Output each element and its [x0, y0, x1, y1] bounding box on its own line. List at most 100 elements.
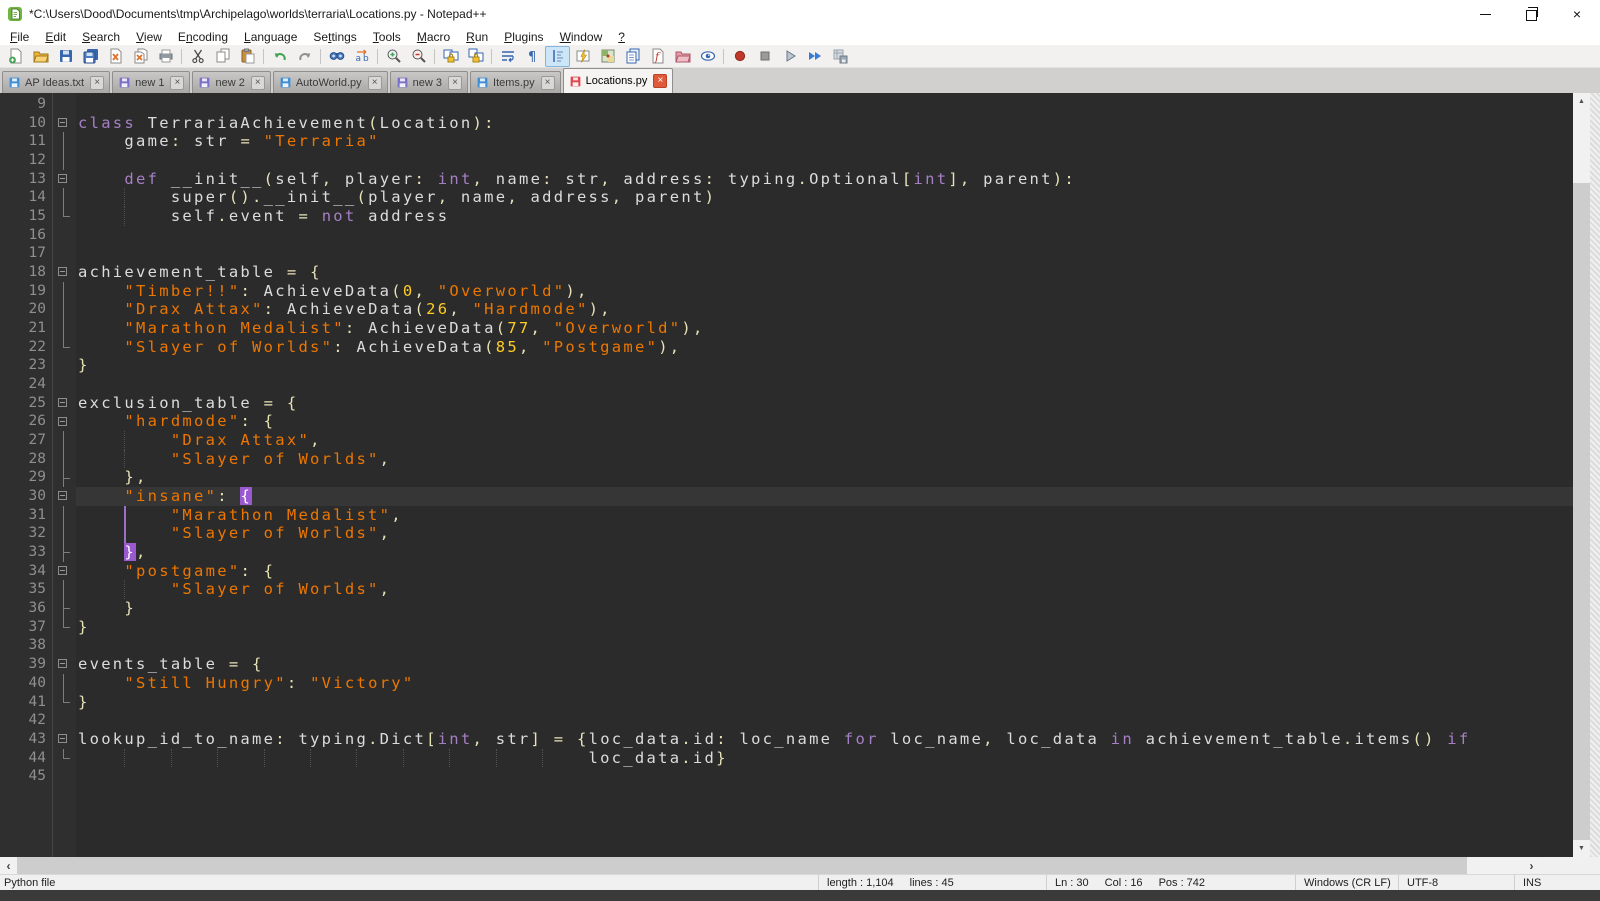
menu-item-language[interactable]: Language — [236, 30, 305, 44]
menu-item-?[interactable]: ? — [610, 30, 633, 44]
code-line-11[interactable]: 11 game: str = "Terraria" — [0, 132, 1573, 151]
open-file-button[interactable] — [28, 46, 53, 67]
fold-collapse-icon[interactable] — [52, 655, 76, 674]
close-file-button[interactable] — [103, 46, 128, 67]
menu-item-settings[interactable]: Settings — [305, 30, 364, 44]
code-line-12[interactable]: 12 — [0, 151, 1573, 170]
save-all-button[interactable] — [78, 46, 103, 67]
show-indent-guide-button[interactable] — [545, 46, 570, 67]
tab-locations-py[interactable]: Locations.py× — [563, 68, 674, 93]
fold-collapse-icon[interactable] — [52, 730, 76, 749]
fold-collapse-icon[interactable] — [52, 170, 76, 189]
code-line-45[interactable]: 45 — [0, 767, 1573, 786]
code-line-38[interactable]: 38 — [0, 636, 1573, 655]
menu-item-search[interactable]: Search — [74, 30, 128, 44]
new-file-button[interactable] — [3, 46, 28, 67]
code-line-19[interactable]: 19 "Timber!!": AchieveData(0, "Overworld… — [0, 282, 1573, 301]
code-line-42[interactable]: 42 — [0, 711, 1573, 730]
tab-items-py[interactable]: Items.py× — [470, 71, 561, 93]
code-line-10[interactable]: 10class TerrariaAchievement(Location): — [0, 114, 1573, 133]
tab-new-1[interactable]: new 1× — [112, 71, 190, 93]
code-line-25[interactable]: 25exclusion_table = { — [0, 394, 1573, 413]
word-wrap-button[interactable] — [495, 46, 520, 67]
function-list-button[interactable] — [645, 46, 670, 67]
tab-close-icon[interactable]: × — [251, 76, 265, 90]
code-line-23[interactable]: 23} — [0, 356, 1573, 375]
fold-collapse-icon[interactable] — [52, 114, 76, 133]
code-line-30[interactable]: 30 "insane": { — [0, 487, 1573, 506]
user-defined-language-button[interactable] — [570, 46, 595, 67]
code-line-18[interactable]: 18achievement_table = { — [0, 263, 1573, 282]
code-line-13[interactable]: 13 def __init__(self, player: int, name:… — [0, 170, 1573, 189]
code-editor[interactable]: 910class TerrariaAchievement(Location):1… — [0, 93, 1573, 857]
menu-item-window[interactable]: Window — [552, 30, 611, 44]
close-all-button[interactable] — [128, 46, 153, 67]
code-line-39[interactable]: 39events_table = { — [0, 655, 1573, 674]
menu-item-view[interactable]: View — [128, 30, 170, 44]
redo-button[interactable] — [292, 46, 317, 67]
scroll-down-arrow-icon[interactable]: ▼ — [1573, 840, 1590, 857]
macro-play-button[interactable] — [777, 46, 802, 67]
code-line-35[interactable]: 35 "Slayer of Worlds", — [0, 580, 1573, 599]
tab-close-icon[interactable]: × — [541, 76, 555, 90]
code-line-43[interactable]: 43lookup_id_to_name: typing.Dict[int, st… — [0, 730, 1573, 749]
print-button[interactable] — [153, 46, 178, 67]
code-line-21[interactable]: 21 "Marathon Medalist": AchieveData(77, … — [0, 319, 1573, 338]
code-line-36[interactable]: 36 } — [0, 599, 1573, 618]
code-line-41[interactable]: 41} — [0, 693, 1573, 712]
cut-button[interactable] — [185, 46, 210, 67]
tab-new-2[interactable]: new 2× — [192, 71, 270, 93]
close-button[interactable]: × — [1554, 0, 1600, 28]
show-all-characters-button[interactable] — [520, 46, 545, 67]
menu-item-encoding[interactable]: Encoding — [170, 30, 236, 44]
fold-collapse-icon[interactable] — [52, 487, 76, 506]
code-line-32[interactable]: 32 "Slayer of Worlds", — [0, 524, 1573, 543]
copy-button[interactable] — [210, 46, 235, 67]
scroll-right-arrow-icon[interactable]: › — [1523, 857, 1540, 874]
replace-button[interactable] — [349, 46, 374, 67]
code-line-33[interactable]: 33 }, — [0, 543, 1573, 562]
sync-horizontal-scroll-button[interactable] — [463, 46, 488, 67]
paste-button[interactable] — [235, 46, 260, 67]
sync-vertical-scroll-button[interactable] — [438, 46, 463, 67]
vertical-scrollbar[interactable]: ▲ ▼ — [1573, 93, 1590, 857]
menu-item-edit[interactable]: Edit — [37, 30, 74, 44]
macro-record-button[interactable] — [727, 46, 752, 67]
menu-item-file[interactable]: File — [2, 30, 37, 44]
undo-button[interactable] — [267, 46, 292, 67]
macro-stop-button[interactable] — [752, 46, 777, 67]
code-line-37[interactable]: 37} — [0, 618, 1573, 637]
tab-autoworld-py[interactable]: AutoWorld.py× — [273, 71, 388, 93]
vertical-scrollbar-thumb[interactable] — [1573, 183, 1590, 840]
code-line-16[interactable]: 16 — [0, 226, 1573, 245]
document-list-button[interactable] — [620, 46, 645, 67]
scroll-left-arrow-icon[interactable]: ‹ — [0, 857, 17, 874]
zoom-in-button[interactable] — [381, 46, 406, 67]
code-line-22[interactable]: 22 "Slayer of Worlds": AchieveData(85, "… — [0, 338, 1573, 357]
tab-close-icon[interactable]: × — [448, 76, 462, 90]
folder-as-workspace-button[interactable] — [670, 46, 695, 67]
code-line-24[interactable]: 24 — [0, 375, 1573, 394]
horizontal-scrollbar-thumb[interactable] — [17, 857, 1467, 874]
tab-close-icon[interactable]: × — [368, 76, 382, 90]
monitoring-button[interactable] — [695, 46, 720, 67]
code-line-34[interactable]: 34 "postgame": { — [0, 562, 1573, 581]
restore-button[interactable] — [1508, 0, 1554, 28]
macro-run-multiple-button[interactable] — [802, 46, 827, 67]
code-line-27[interactable]: 27 "Drax Attax", — [0, 431, 1573, 450]
minimize-button[interactable] — [1462, 0, 1508, 28]
code-line-26[interactable]: 26 "hardmode": { — [0, 412, 1573, 431]
zoom-out-button[interactable] — [406, 46, 431, 67]
tab-ap-ideas-txt[interactable]: AP Ideas.txt× — [2, 71, 110, 93]
menu-item-run[interactable]: Run — [458, 30, 496, 44]
code-line-15[interactable]: 15 self.event = not address — [0, 207, 1573, 226]
fold-collapse-icon[interactable] — [52, 394, 76, 413]
tab-close-icon[interactable]: × — [170, 76, 184, 90]
code-line-14[interactable]: 14 super().__init__(player, name, addres… — [0, 188, 1573, 207]
fold-collapse-icon[interactable] — [52, 562, 76, 581]
menu-item-tools[interactable]: Tools — [365, 30, 409, 44]
scroll-up-arrow-icon[interactable]: ▲ — [1573, 93, 1590, 110]
code-line-44[interactable]: 44 loc_data.id} — [0, 749, 1573, 768]
code-line-17[interactable]: 17 — [0, 244, 1573, 263]
code-line-40[interactable]: 40 "Still Hungry": "Victory" — [0, 674, 1573, 693]
